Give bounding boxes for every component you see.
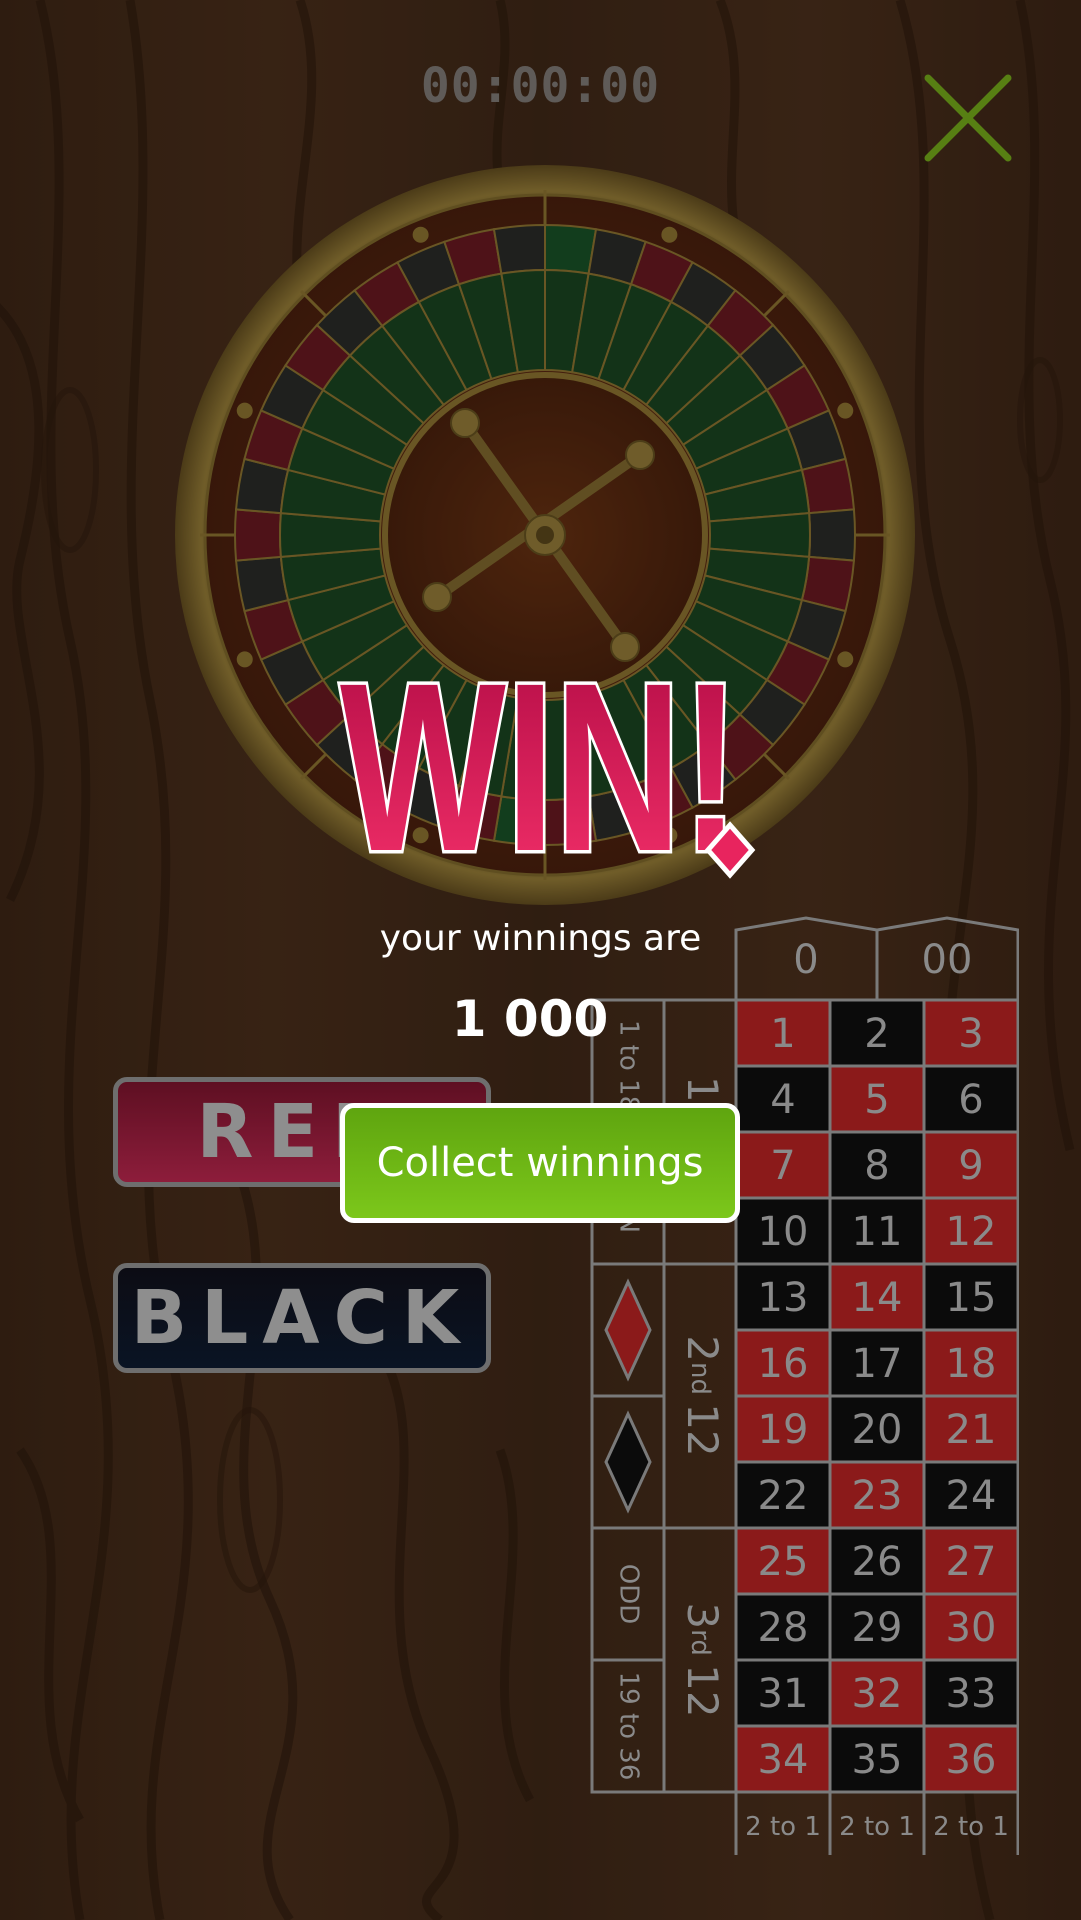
number-label: 23 — [852, 1473, 903, 1519]
close-button[interactable] — [920, 70, 1020, 170]
number-label: 34 — [758, 1737, 809, 1783]
game-timer: 00:00:00 — [420, 58, 661, 114]
number-label: 26 — [852, 1539, 903, 1585]
close-x-icon — [924, 74, 1012, 162]
number-label: 11 — [852, 1209, 903, 1255]
number-label: 14 — [852, 1275, 903, 1321]
number-label: 24 — [946, 1473, 997, 1519]
betting-board[interactable]: 0 001 2 34 5 67 8 910 11 1213 14 1516 17 1819 20 2122 23… — [589, 915, 1019, 1855]
number-label: 27 — [946, 1539, 997, 1585]
winnings-label: your winnings are — [379, 918, 702, 959]
outside-bet-label: 19 to 36 — [614, 1672, 644, 1781]
number-label: 3 — [958, 1011, 983, 1057]
dozen-bet-label: 2nd 12 — [679, 1335, 728, 1456]
number-label: 30 — [946, 1605, 997, 1651]
column-bet-label: 2 to 1 — [933, 1812, 1009, 1842]
number-label: 2 — [864, 1011, 889, 1057]
number-label: 35 — [852, 1737, 903, 1783]
number-label: 18 — [946, 1341, 997, 1387]
number-label: 36 — [946, 1737, 997, 1783]
number-label: 33 — [946, 1671, 997, 1717]
number-label: 4 — [770, 1077, 795, 1123]
number-label: 29 — [852, 1605, 903, 1651]
number-label: 12 — [946, 1209, 997, 1255]
number-label: 7 — [770, 1143, 795, 1189]
number-label: 8 — [864, 1143, 889, 1189]
winnings-amount: 1 000 — [451, 990, 609, 1048]
win-title: WIN! — [337, 650, 756, 880]
number-label: 15 — [946, 1275, 997, 1321]
dozen-bet-label: 3rd 12 — [679, 1602, 728, 1717]
number-label: 17 — [852, 1341, 903, 1387]
number-label: 16 — [758, 1341, 809, 1387]
number-label: 32 — [852, 1671, 903, 1717]
number-label: 6 — [958, 1077, 983, 1123]
number-label: 13 — [758, 1275, 809, 1321]
column-bet-label: 2 to 1 — [745, 1812, 821, 1842]
number-label: 5 — [864, 1077, 889, 1123]
diamond-icon — [604, 1278, 652, 1382]
diamond-icon — [604, 1410, 652, 1514]
number-label: 22 — [758, 1473, 809, 1519]
outside-bet-label: ODD — [614, 1564, 644, 1625]
number-label: 31 — [758, 1671, 809, 1717]
number-label: 20 — [852, 1407, 903, 1453]
number-label: 9 — [958, 1143, 983, 1189]
column-bet-label: 2 to 1 — [839, 1812, 915, 1842]
number-label: 10 — [758, 1209, 809, 1255]
collect-winnings-button[interactable]: Collect winnings — [340, 1103, 740, 1223]
number-label: 28 — [758, 1605, 809, 1651]
number-label: 25 — [758, 1539, 809, 1585]
number-label: 1 — [770, 1011, 795, 1057]
number-label: 19 — [758, 1407, 809, 1453]
number-label: 21 — [946, 1407, 997, 1453]
win-title-text: WIN! — [340, 650, 740, 880]
bet-black-button[interactable]: BLACK — [113, 1263, 491, 1373]
